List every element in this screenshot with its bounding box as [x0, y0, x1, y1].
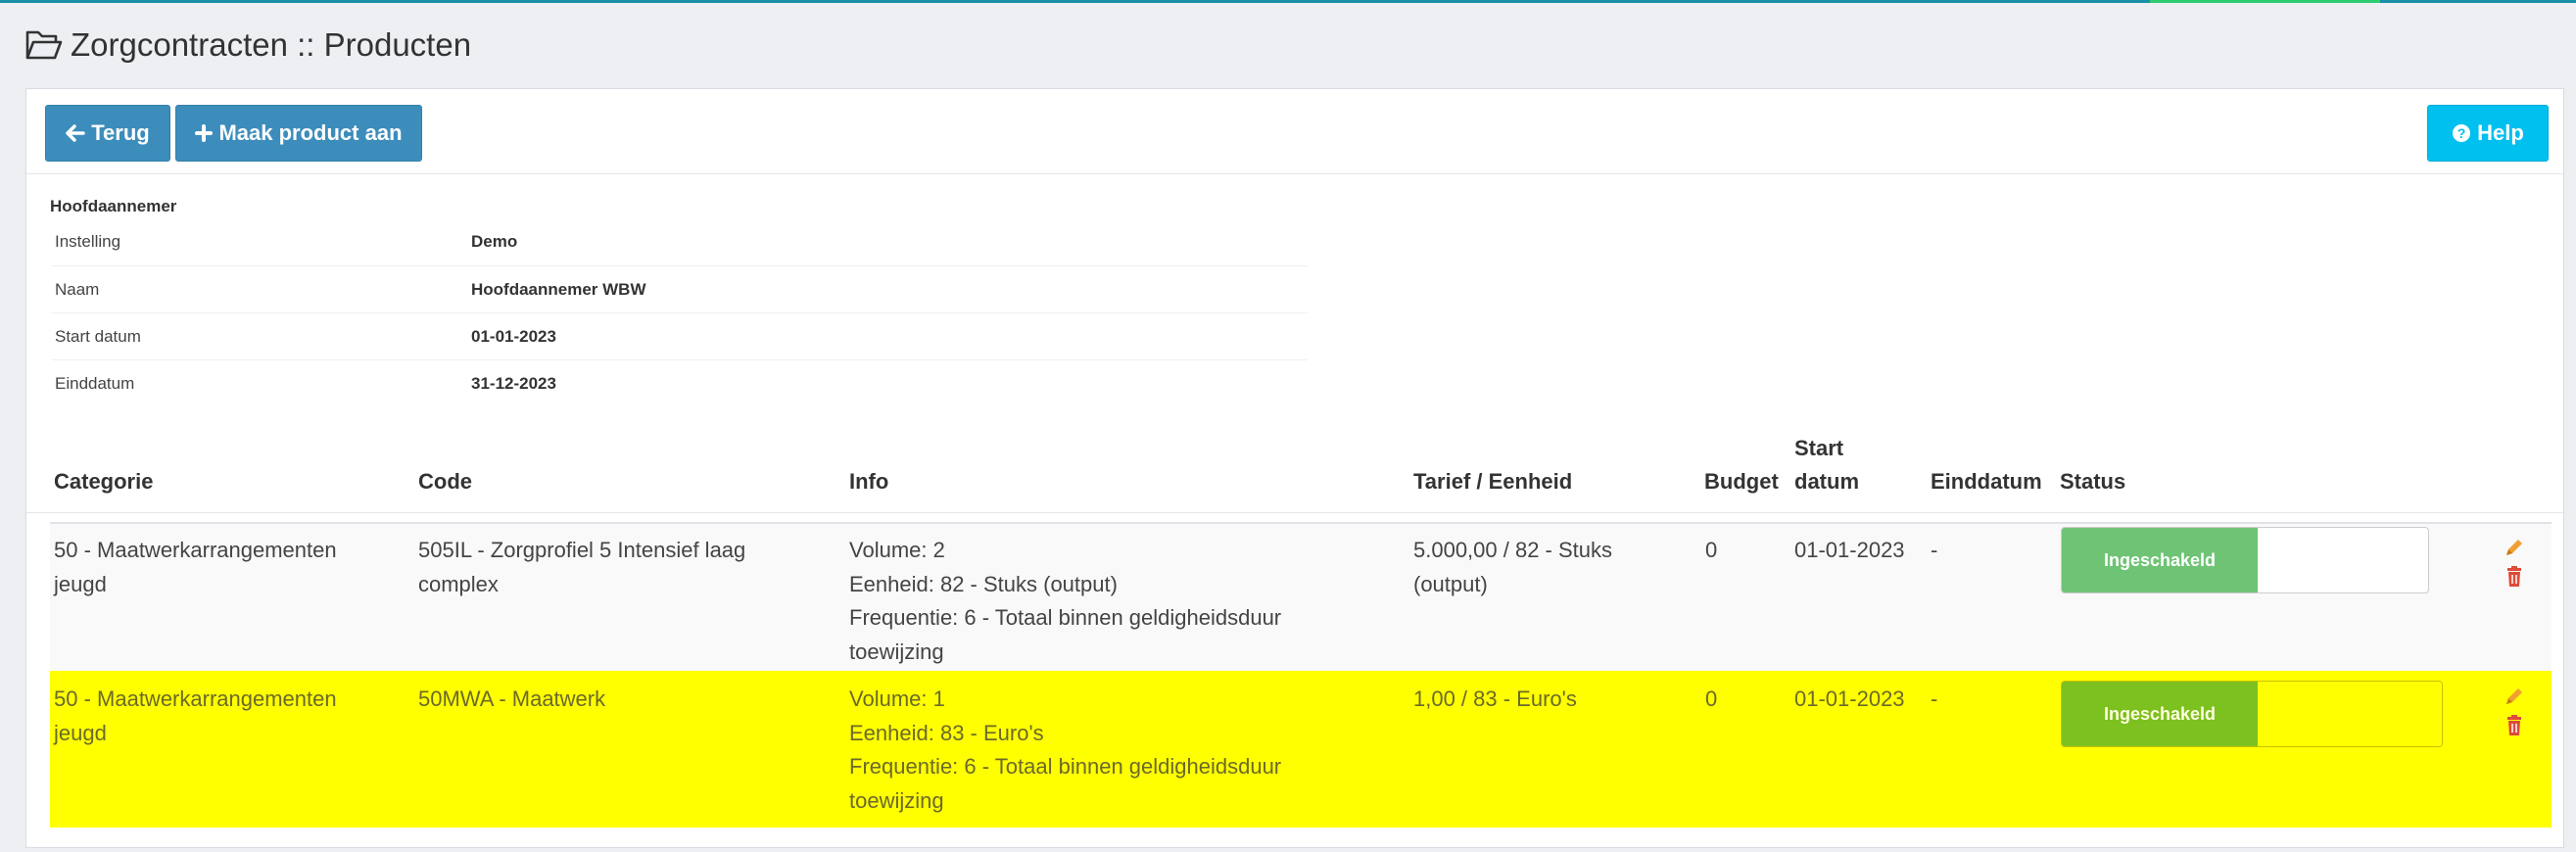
column-header-categorie: Categorie — [54, 469, 154, 494]
cell-text: 50MWA - Maatwerk — [418, 686, 606, 711]
cell-text: 50 - Maatwerkarrangementen — [54, 538, 337, 562]
help-button[interactable]: ? Help — [2427, 105, 2549, 162]
info-row-instelling: Instelling Demo — [52, 218, 1308, 265]
info-row-naam: Naam Hoofdaannemer WBW — [52, 265, 1308, 313]
info-value: 01-01-2023 — [471, 327, 556, 346]
column-header-einddatum: Einddatum — [1931, 469, 2042, 494]
cell-budget: 0 — [1705, 686, 1718, 711]
cell-text: 5.000,00 / 82 - Stuks — [1413, 538, 1613, 562]
status-toggle-off — [2258, 528, 2428, 592]
info-label: Start datum — [55, 327, 141, 346]
back-button[interactable]: Terug — [45, 105, 170, 162]
status-toggle-off — [2258, 682, 2442, 746]
status-toggle[interactable]: Ingeschakeld — [2061, 681, 2443, 747]
cell-info: Volume: 2 Eenheid: 82 - Stuks (output) F… — [849, 534, 1281, 669]
page-header: Zorgcontracten :: Producten — [25, 22, 471, 69]
question-circle-icon: ? — [2452, 123, 2471, 143]
content-card: Terug Maak product aan ? Help Hoofdaanne… — [25, 88, 2564, 848]
page-title: Zorgcontracten :: Producten — [71, 26, 472, 63]
svg-text:?: ? — [2457, 125, 2466, 141]
folder-open-icon — [25, 28, 63, 62]
cell-text: Volume: 1 — [849, 686, 945, 711]
pencil-icon[interactable] — [2503, 536, 2526, 559]
top-border-accent — [2150, 0, 2380, 3]
status-toggle[interactable]: Ingeschakeld — [2061, 527, 2429, 593]
cell-text: complex — [418, 571, 499, 596]
cell-tarief: 5.000,00 / 82 - Stuks (output) — [1413, 534, 1612, 601]
cell-budget: 0 — [1705, 538, 1718, 562]
cell-text: 505IL - Zorgprofiel 5 Intensief laag — [418, 538, 746, 562]
cell-text: Frequentie: 6 - Totaal binnen geldigheid… — [849, 754, 1282, 779]
info-label: Naam — [55, 280, 100, 299]
cell-text: Eenheid: 83 - Euro's — [849, 720, 1044, 745]
info-value: 31-12-2023 — [471, 374, 556, 393]
cell-start-datum: 01-01-2023 — [1794, 538, 1905, 562]
cell-text: jeugd — [54, 720, 107, 745]
cell-text: jeugd — [54, 571, 107, 596]
cell-text: toewijzing — [849, 639, 944, 664]
cell-text: (output) — [1413, 571, 1488, 596]
cell-categorie: 50 - Maatwerkarrangementen jeugd — [54, 534, 337, 601]
cell-start-datum: 01-01-2023 — [1794, 686, 1905, 711]
column-header-budget: Budget — [1704, 469, 1779, 494]
table-row-highlighted: 50 - Maatwerkarrangementen jeugd 50MWA -… — [50, 671, 2552, 828]
plus-icon — [195, 124, 214, 142]
info-label: Instelling — [55, 232, 121, 251]
back-button-label: Terug — [91, 120, 150, 145]
cell-text: Eenheid: 82 - Stuks (output) — [849, 571, 1118, 596]
column-header-code: Code — [418, 469, 472, 494]
cell-text: toewijzing — [849, 787, 944, 813]
column-header-info: Info — [849, 469, 889, 494]
cell-tarief: 1,00 / 83 - Euro's — [1413, 683, 1577, 717]
toolbar: Terug Maak product aan ? Help — [26, 89, 2563, 174]
info-row-start-datum: Start datum 01-01-2023 — [52, 312, 1308, 360]
add-product-button[interactable]: Maak product aan — [175, 105, 422, 162]
cell-einddatum: - — [1931, 686, 1938, 711]
info-value: Hoofdaannemer WBW — [471, 280, 646, 299]
cell-categorie: 50 - Maatwerkarrangementen jeugd — [54, 683, 337, 750]
pencil-icon[interactable] — [2503, 685, 2526, 708]
cell-code: 505IL - Zorgprofiel 5 Intensief laag com… — [418, 534, 745, 601]
add-product-button-label: Maak product aan — [218, 120, 403, 145]
column-header-start-datum-line2: datum — [1794, 469, 1859, 494]
arrow-left-icon — [66, 124, 85, 142]
cell-einddatum: - — [1931, 538, 1938, 562]
cell-code: 50MWA - Maatwerk — [418, 683, 605, 717]
cell-text: Frequentie: 6 - Totaal binnen geldigheid… — [849, 605, 1282, 630]
cell-text: 50 - Maatwerkarrangementen — [54, 686, 337, 711]
column-header-start-datum-line1: Start — [1794, 436, 1844, 460]
column-header-tarief: Tarief / Eenheid — [1413, 469, 1573, 494]
info-row-einddatum: Einddatum 31-12-2023 — [52, 359, 1308, 407]
status-toggle-on-label: Ingeschakeld — [2062, 682, 2258, 746]
trash-icon[interactable] — [2503, 565, 2526, 589]
cell-info: Volume: 1 Eenheid: 83 - Euro's Frequenti… — [849, 683, 1281, 818]
table-row: 50 - Maatwerkarrangementen jeugd 505IL -… — [50, 524, 2552, 671]
cell-text: Volume: 2 — [849, 538, 945, 562]
trash-icon[interactable] — [2503, 714, 2526, 737]
help-button-label: Help — [2477, 120, 2524, 145]
contractor-heading: Hoofdaannemer — [50, 197, 177, 215]
info-label: Einddatum — [55, 374, 135, 393]
column-header-status: Status — [2060, 469, 2126, 494]
status-toggle-on-label: Ingeschakeld — [2062, 528, 2258, 592]
info-value: Demo — [471, 232, 518, 251]
cell-text: 1,00 / 83 - Euro's — [1413, 686, 1577, 711]
